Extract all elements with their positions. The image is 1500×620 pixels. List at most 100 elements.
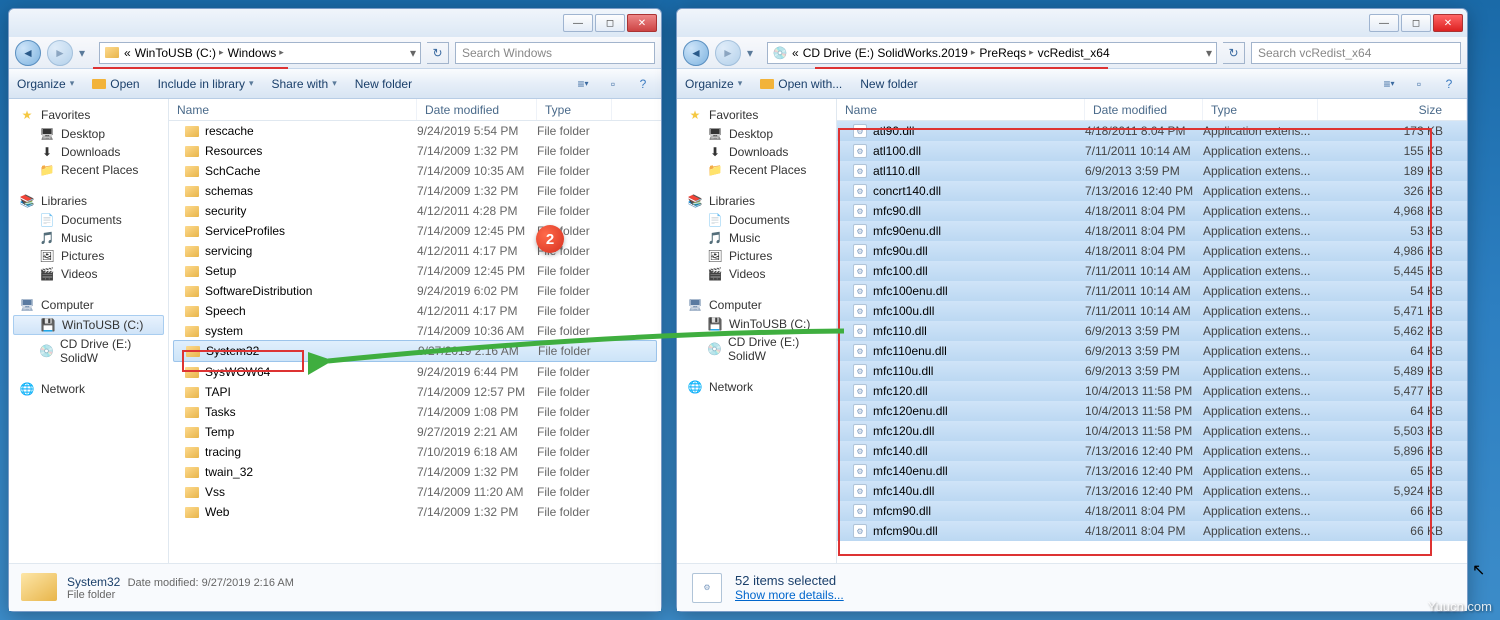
- list-item[interactable]: atl110.dll6/9/2013 3:59 PMApplication ex…: [837, 161, 1467, 181]
- search-input[interactable]: Search vcRedist_x64: [1251, 42, 1461, 64]
- nav-music[interactable]: 🎵Music: [9, 229, 168, 247]
- open-button[interactable]: Open: [92, 77, 139, 91]
- nav-drive-c[interactable]: 💾WinToUSB (C:): [13, 315, 164, 335]
- refresh-button[interactable]: ↻: [427, 42, 449, 64]
- include-menu[interactable]: Include in library▾: [158, 77, 254, 91]
- list-item[interactable]: mfc110.dll6/9/2013 3:59 PMApplication ex…: [837, 321, 1467, 341]
- list-item[interactable]: SchCache7/14/2009 10:35 AMFile folder: [169, 161, 661, 181]
- nav-libraries[interactable]: 📚Libraries: [677, 191, 836, 211]
- nav-recent[interactable]: 📁Recent Places: [9, 161, 168, 179]
- list-item[interactable]: TAPI7/14/2009 12:57 PMFile folder: [169, 382, 661, 402]
- maximize-button[interactable]: ◻: [1401, 14, 1431, 32]
- list-item[interactable]: System329/27/2019 2:16 AMFile folder: [173, 340, 657, 362]
- nav-downloads[interactable]: ⬇Downloads: [9, 143, 168, 161]
- nav-downloads[interactable]: ⬇Downloads: [677, 143, 836, 161]
- nav-computer[interactable]: 🖥Computer: [677, 295, 836, 315]
- preview-button[interactable]: ▫: [601, 74, 625, 94]
- list-item[interactable]: mfc90.dll4/18/2011 8:04 PMApplication ex…: [837, 201, 1467, 221]
- back-button[interactable]: ◄: [15, 40, 41, 66]
- nav-drive-c[interactable]: 💾WinToUSB (C:): [677, 315, 836, 333]
- list-item[interactable]: mfc120enu.dll10/4/2013 11:58 PMApplicati…: [837, 401, 1467, 421]
- list-item[interactable]: mfc120u.dll10/4/2013 11:58 PMApplication…: [837, 421, 1467, 441]
- view-button[interactable]: ≡▾: [571, 74, 595, 94]
- view-button[interactable]: ≡▾: [1377, 74, 1401, 94]
- col-date[interactable]: Date modified: [417, 99, 537, 120]
- back-button[interactable]: ◄: [683, 40, 709, 66]
- list-item[interactable]: twain_327/14/2009 1:32 PMFile folder: [169, 462, 661, 482]
- nav-history-dropdown[interactable]: ▾: [747, 46, 761, 60]
- nav-recent[interactable]: 📁Recent Places: [677, 161, 836, 179]
- share-menu[interactable]: Share with▾: [272, 77, 337, 91]
- file-list[interactable]: atl90.dll4/18/2011 8:04 PMApplication ex…: [837, 121, 1467, 563]
- help-button[interactable]: ?: [631, 74, 655, 94]
- nav-desktop[interactable]: 🖥Desktop: [9, 125, 168, 143]
- nav-pictures[interactable]: 🖼Pictures: [9, 247, 168, 265]
- breadcrumb[interactable]: 💿 « CD Drive (E:) SolidWorks.2019▸ PreRe…: [767, 42, 1217, 64]
- nav-desktop[interactable]: 🖥Desktop: [677, 125, 836, 143]
- list-item[interactable]: Resources7/14/2009 1:32 PMFile folder: [169, 141, 661, 161]
- list-item[interactable]: SoftwareDistribution9/24/2019 6:02 PMFil…: [169, 281, 661, 301]
- refresh-button[interactable]: ↻: [1223, 42, 1245, 64]
- list-item[interactable]: mfc110enu.dll6/9/2013 3:59 PMApplication…: [837, 341, 1467, 361]
- nav-documents[interactable]: 📄Documents: [677, 211, 836, 229]
- forward-button[interactable]: ►: [715, 40, 741, 66]
- nav-drive-e[interactable]: 💿CD Drive (E:) SolidW: [677, 333, 836, 365]
- list-item[interactable]: security4/12/2011 4:28 PMFile folder: [169, 201, 661, 221]
- list-item[interactable]: atl90.dll4/18/2011 8:04 PMApplication ex…: [837, 121, 1467, 141]
- nav-favorites[interactable]: ★Favorites: [677, 105, 836, 125]
- col-name[interactable]: Name: [169, 99, 417, 120]
- list-item[interactable]: mfcm90.dll4/18/2011 8:04 PMApplication e…: [837, 501, 1467, 521]
- nav-documents[interactable]: 📄Documents: [9, 211, 168, 229]
- new-folder-button[interactable]: New folder: [860, 77, 917, 91]
- minimize-button[interactable]: —: [563, 14, 593, 32]
- list-item[interactable]: mfc100u.dll7/11/2011 10:14 AMApplication…: [837, 301, 1467, 321]
- nav-music[interactable]: 🎵Music: [677, 229, 836, 247]
- nav-computer[interactable]: 🖥Computer: [9, 295, 168, 315]
- organize-menu[interactable]: Organize▾: [17, 77, 74, 91]
- col-name[interactable]: Name: [837, 99, 1085, 120]
- col-type[interactable]: Type: [1203, 99, 1318, 120]
- list-item[interactable]: mfc140enu.dll7/13/2016 12:40 PMApplicati…: [837, 461, 1467, 481]
- nav-history-dropdown[interactable]: ▾: [79, 46, 93, 60]
- list-item[interactable]: schemas7/14/2009 1:32 PMFile folder: [169, 181, 661, 201]
- list-item[interactable]: system7/14/2009 10:36 AMFile folder: [169, 321, 661, 341]
- col-date[interactable]: Date modified: [1085, 99, 1203, 120]
- list-item[interactable]: SysWOW649/24/2019 6:44 PMFile folder: [169, 362, 661, 382]
- nav-videos[interactable]: 🎬Videos: [677, 265, 836, 283]
- show-more-link[interactable]: Show more details...: [735, 588, 844, 602]
- new-folder-button[interactable]: New folder: [355, 77, 412, 91]
- forward-button[interactable]: ►: [47, 40, 73, 66]
- close-button[interactable]: ✕: [1433, 14, 1463, 32]
- list-item[interactable]: Vss7/14/2009 11:20 AMFile folder: [169, 482, 661, 502]
- nav-drive-e[interactable]: 💿CD Drive (E:) SolidW: [9, 335, 168, 367]
- list-item[interactable]: mfc90u.dll4/18/2011 8:04 PMApplication e…: [837, 241, 1467, 261]
- list-item[interactable]: Temp9/27/2019 2:21 AMFile folder: [169, 422, 661, 442]
- list-item[interactable]: ServiceProfiles7/14/2009 12:45 PMFile fo…: [169, 221, 661, 241]
- col-type[interactable]: Type: [537, 99, 612, 120]
- list-item[interactable]: concrt140.dll7/13/2016 12:40 PMApplicati…: [837, 181, 1467, 201]
- minimize-button[interactable]: —: [1369, 14, 1399, 32]
- list-item[interactable]: tracing7/10/2019 6:18 AMFile folder: [169, 442, 661, 462]
- list-item[interactable]: mfc140.dll7/13/2016 12:40 PMApplication …: [837, 441, 1467, 461]
- nav-pictures[interactable]: 🖼Pictures: [677, 247, 836, 265]
- list-item[interactable]: mfc120.dll10/4/2013 11:58 PMApplication …: [837, 381, 1467, 401]
- preview-button[interactable]: ▫: [1407, 74, 1431, 94]
- list-item[interactable]: mfc100.dll7/11/2011 10:14 AMApplication …: [837, 261, 1467, 281]
- nav-libraries[interactable]: 📚Libraries: [9, 191, 168, 211]
- help-button[interactable]: ?: [1437, 74, 1461, 94]
- list-item[interactable]: Tasks7/14/2009 1:08 PMFile folder: [169, 402, 661, 422]
- list-item[interactable]: atl100.dll7/11/2011 10:14 AMApplication …: [837, 141, 1467, 161]
- list-item[interactable]: Speech4/12/2011 4:17 PMFile folder: [169, 301, 661, 321]
- nav-network[interactable]: 🌐Network: [677, 377, 836, 397]
- list-item[interactable]: mfcm90u.dll4/18/2011 8:04 PMApplication …: [837, 521, 1467, 541]
- file-list[interactable]: rescache9/24/2019 5:54 PMFile folderReso…: [169, 121, 661, 563]
- list-item[interactable]: rescache9/24/2019 5:54 PMFile folder: [169, 121, 661, 141]
- list-item[interactable]: servicing4/12/2011 4:17 PMFile folder: [169, 241, 661, 261]
- openwith-button[interactable]: Open with...: [760, 77, 842, 91]
- close-button[interactable]: ✕: [627, 14, 657, 32]
- list-item[interactable]: mfc90enu.dll4/18/2011 8:04 PMApplication…: [837, 221, 1467, 241]
- list-item[interactable]: mfc110u.dll6/9/2013 3:59 PMApplication e…: [837, 361, 1467, 381]
- nav-favorites[interactable]: ★Favorites: [9, 105, 168, 125]
- col-size[interactable]: Size: [1318, 99, 1467, 120]
- organize-menu[interactable]: Organize▾: [685, 77, 742, 91]
